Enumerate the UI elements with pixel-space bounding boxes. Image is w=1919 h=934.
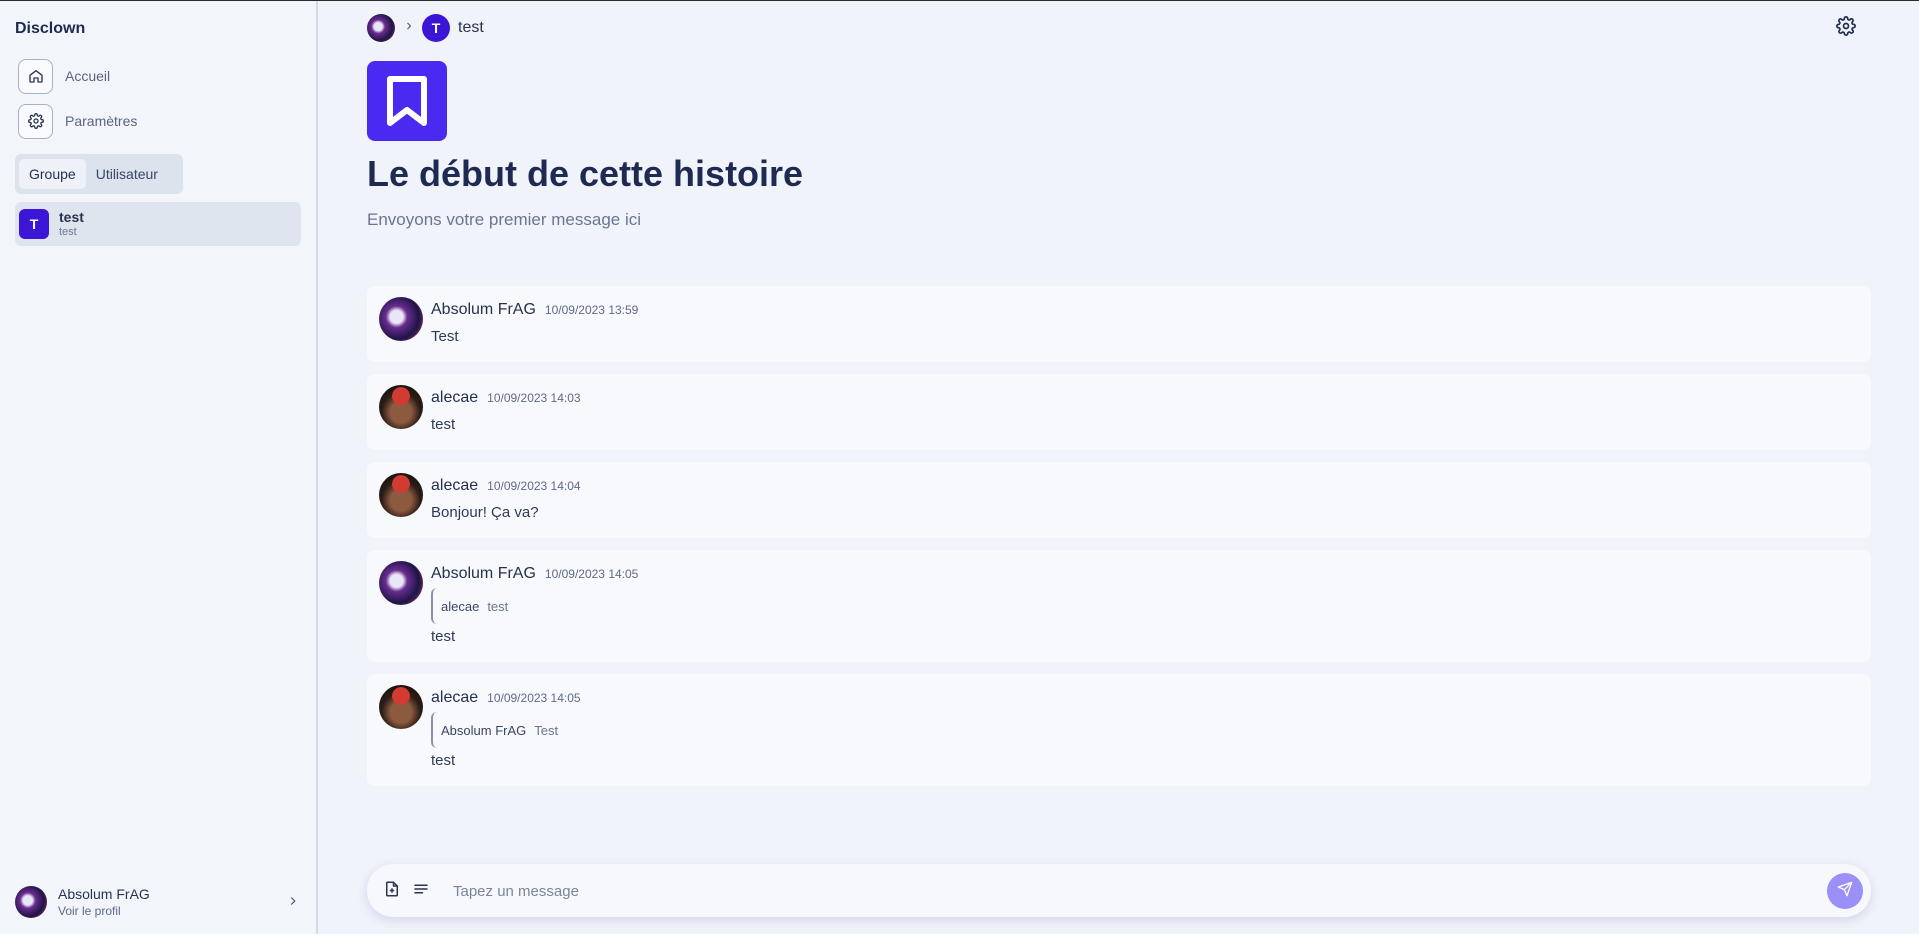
message-text: Test [431,328,459,345]
avatar[interactable] [379,297,423,341]
reply-text: test [487,598,509,614]
gear-icon [1836,16,1856,40]
message-timestamp: 10/09/2023 14:05 [487,691,581,705]
reply-author: alecae [441,598,480,614]
tab-groupe[interactable]: Groupe [19,159,86,189]
sidebar: Disclown Accueil Paramètres Groupe Utili… [0,1,318,934]
message[interactable]: Absolum FrAG 10/09/2023 13:59 Test [367,286,1871,362]
reply-author: Absolum FrAG [441,722,527,738]
conversation-item[interactable]: T test test [15,202,301,246]
page-subtitle: Envoyons votre premier message ici [367,210,642,229]
reply-text: Test [534,722,559,738]
conversation-type-switch: Groupe Utilisateur [15,154,183,194]
reply-quote[interactable]: Absolum FrAG Test [431,712,558,748]
send-icon [1837,881,1853,902]
message-text: test [431,416,456,433]
avatar[interactable] [379,685,423,729]
conversation-name: test [59,209,84,225]
message-author[interactable]: alecae [431,689,478,707]
chevron-right-icon [286,894,300,913]
page-title: Le début de cette histoire [367,153,804,194]
message-input[interactable] [453,876,1753,906]
message-text: Bonjour! Ça va? [431,504,539,521]
avatar[interactable] [379,561,423,605]
message[interactable]: alecae 10/09/2023 14:05 Absolum FrAG Tes… [367,674,1871,786]
message-timestamp: 10/09/2023 14:03 [487,391,581,405]
profile-link[interactable]: Absolum FrAG Voir le profil [15,885,300,919]
sidebar-item-label: Paramètres [65,113,138,129]
profile-view-link: Voir le profil [58,903,121,918]
avatar[interactable] [379,473,423,517]
breadcrumb: T test [367,14,484,42]
message-author[interactable]: alecae [431,477,478,495]
chat-main: T test Le début de cette histoire Envoyo… [320,1,1919,934]
message[interactable]: Absolum FrAG 10/09/2023 14:05 alecae tes… [367,550,1871,662]
chevron-right-icon [403,19,415,37]
avatar[interactable] [379,385,423,429]
message-author[interactable]: Absolum FrAG [431,301,536,319]
conversation-subtitle: test [59,226,77,238]
message[interactable]: alecae 10/09/2023 14:03 test [367,374,1871,450]
send-button[interactable] [1827,873,1863,909]
sidebar-item-label: Accueil [65,68,111,84]
home-icon [18,58,53,94]
file-plus-icon[interactable] [383,880,403,900]
sidebar-item-home[interactable]: Accueil [18,58,110,94]
reply-quote[interactable]: alecae test [431,588,508,624]
message-timestamp: 10/09/2023 14:04 [487,479,581,493]
message-text: test [431,628,456,645]
menu-lines-icon[interactable] [412,880,432,900]
avatar[interactable] [367,14,395,42]
gear-icon [18,103,53,139]
message[interactable]: alecae 10/09/2023 14:04 Bonjour! Ça va? [367,462,1871,538]
message-author[interactable]: alecae [431,389,478,407]
sidebar-item-settings[interactable]: Paramètres [18,103,137,139]
message-timestamp: 10/09/2023 14:05 [544,567,639,581]
bookmark-icon [367,61,447,141]
message-author[interactable]: Absolum FrAG [431,565,536,583]
profile-name: Absolum FrAG [58,885,150,902]
channel-avatar: T [422,14,450,42]
message-composer [367,864,1871,917]
tab-utilisateur[interactable]: Utilisateur [86,159,168,189]
message-text: test [431,752,456,769]
channel-name: test [458,19,484,36]
app-brand: Disclown [15,20,86,37]
channel-settings-button[interactable] [1836,16,1858,38]
message-timestamp: 10/09/2023 13:59 [544,303,639,317]
avatar [15,886,47,918]
conversation-avatar: T [19,209,49,239]
